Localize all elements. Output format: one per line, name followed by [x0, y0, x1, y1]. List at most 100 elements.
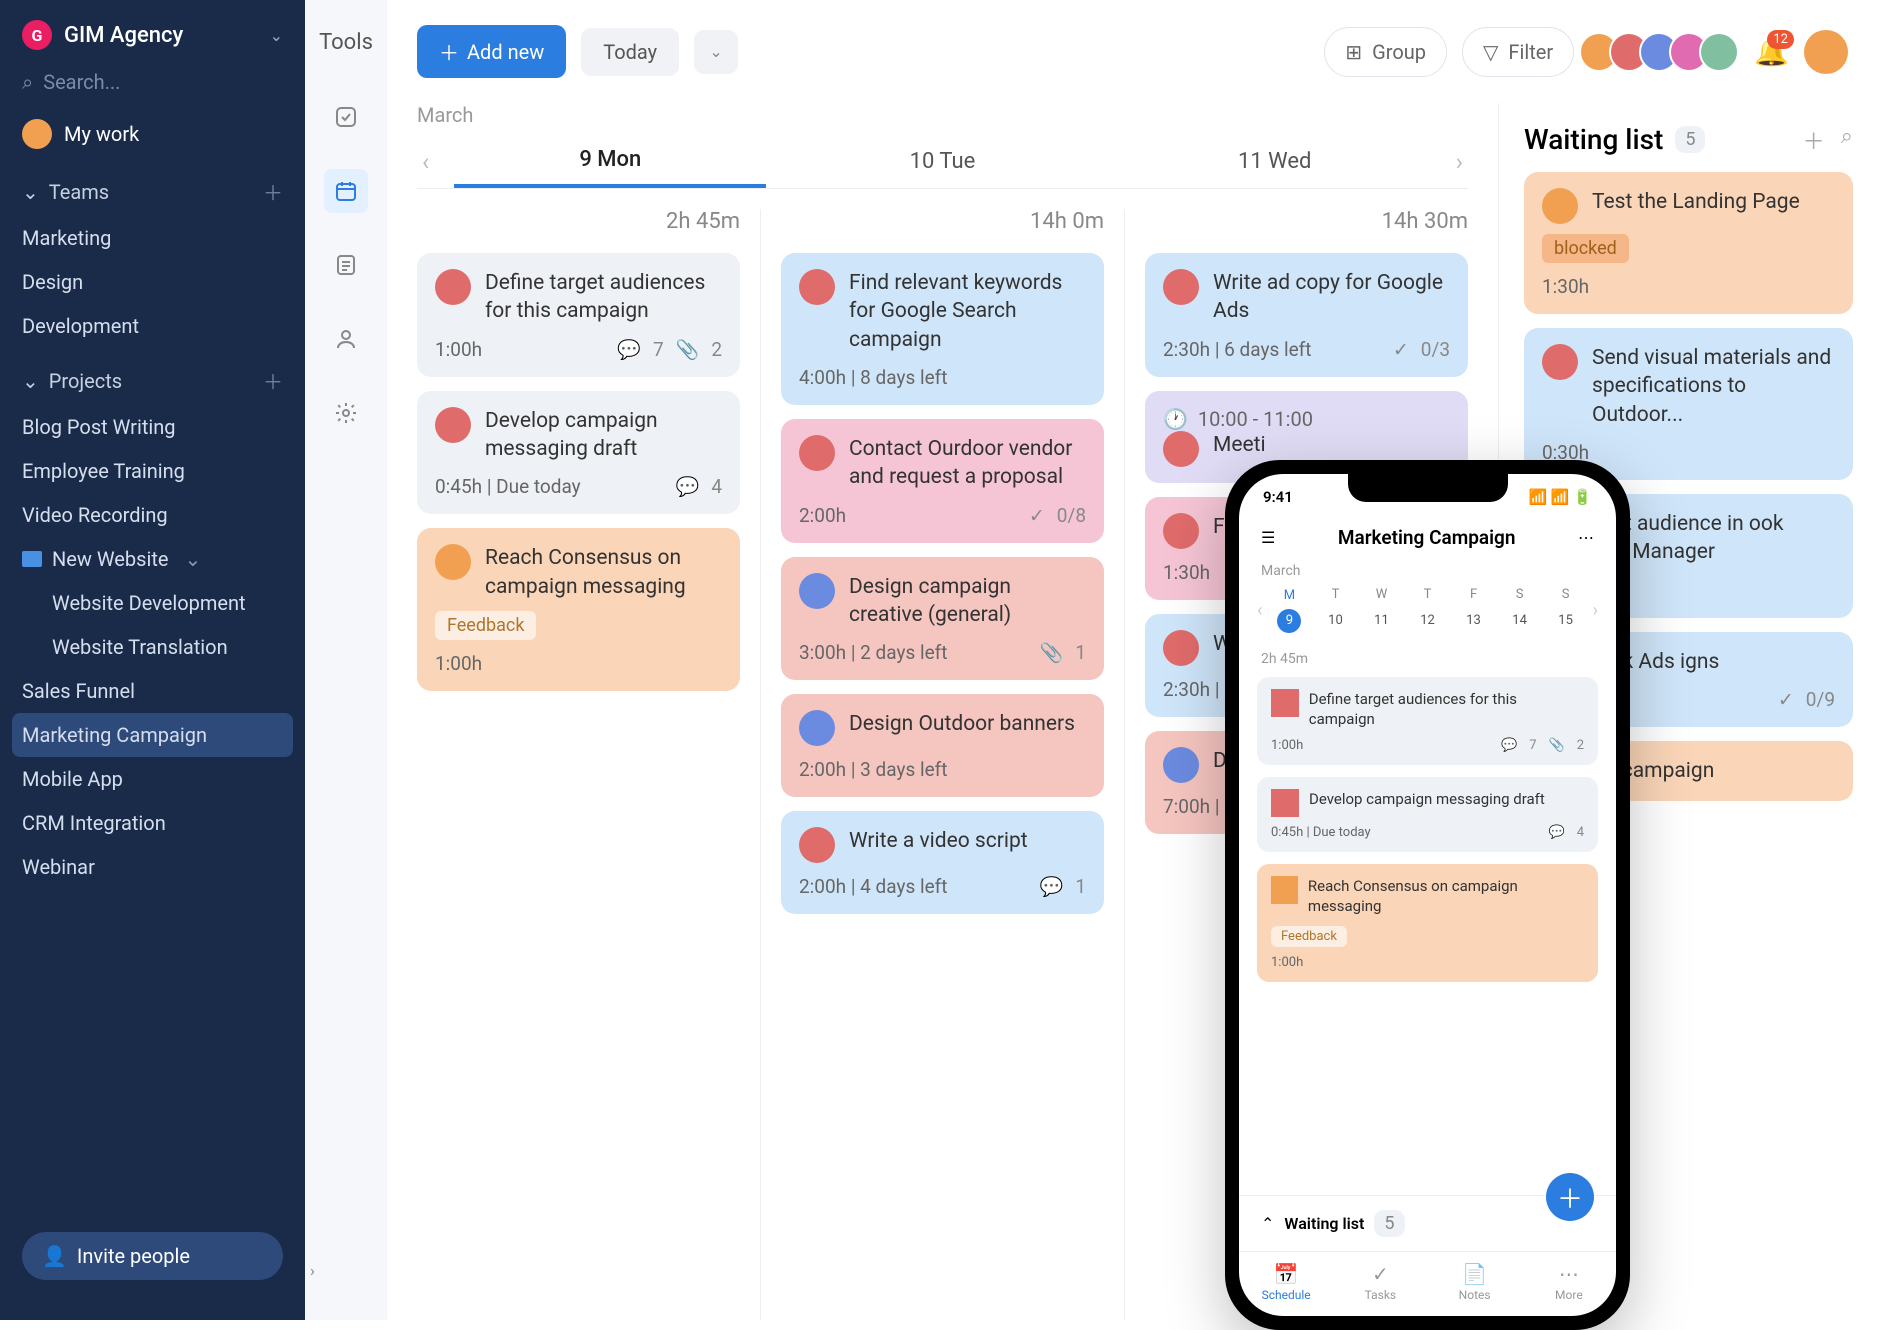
project-item[interactable]: Mobile App: [0, 757, 305, 801]
assignee-avatar: [1542, 188, 1578, 224]
phone-day[interactable]: S14: [1497, 587, 1543, 633]
phone-waiting-count: 5: [1374, 1210, 1404, 1237]
prev-week-button[interactable]: ‹: [417, 148, 434, 176]
chevron-down-icon: ⌄: [22, 180, 39, 204]
task-meta: 1:00h: [1271, 738, 1303, 753]
task-meta: 2:00h: [799, 504, 846, 527]
team-item[interactable]: Marketing: [0, 216, 305, 260]
group-button[interactable]: ⊞Group: [1324, 27, 1447, 77]
search-waiting-button[interactable]: ⌕: [1841, 124, 1853, 156]
task-card[interactable]: Send visual materials and specifications…: [1524, 328, 1853, 480]
phone-title: Marketing Campaign: [1289, 526, 1564, 549]
projects-header[interactable]: ⌄ Projects ＋: [0, 348, 305, 405]
project-item[interactable]: CRM Integration: [0, 801, 305, 845]
team-item[interactable]: Design: [0, 260, 305, 304]
search-input[interactable]: ⌕ Search...: [0, 70, 305, 109]
collapse-sidebar-button[interactable]: ›: [310, 1261, 315, 1280]
notes-tool[interactable]: [324, 243, 368, 287]
add-project-button[interactable]: ＋: [263, 366, 283, 395]
teams-header[interactable]: ⌄ Teams ＋: [0, 159, 305, 216]
checkbox-tool[interactable]: [324, 95, 368, 139]
task-card[interactable]: Reach Consensus on campaign messagingFee…: [417, 528, 740, 691]
phone-day[interactable]: F13: [1451, 587, 1497, 633]
phone-time: 9:41: [1263, 488, 1293, 506]
assignee-avatar: [435, 269, 471, 305]
assignee-avatar: [1163, 431, 1199, 467]
day-header-tue[interactable]: 10 Tue: [786, 137, 1098, 186]
filter-button[interactable]: ▽Filter: [1462, 27, 1574, 77]
phone-tab[interactable]: 📅Schedule: [1239, 1262, 1333, 1302]
grid-icon: ⊞: [1345, 40, 1362, 64]
teams-label: Teams: [49, 180, 109, 204]
phone-tab[interactable]: ⋯More: [1522, 1262, 1616, 1302]
comment-icon: 💬: [617, 338, 641, 361]
my-work[interactable]: My work: [0, 109, 305, 159]
phone-next-button[interactable]: ›: [1589, 600, 1602, 621]
project-item[interactable]: Video Recording: [0, 493, 305, 537]
task-card[interactable]: Develop campaign messaging draft0:45h | …: [417, 391, 740, 515]
project-item[interactable]: Webinar: [0, 845, 305, 889]
task-card[interactable]: Contact Ourdoor vendor and request a pro…: [781, 419, 1104, 543]
task-card[interactable]: Write ad copy for Google Ads2:30h | 6 da…: [1145, 253, 1468, 377]
task-card[interactable]: Reach Consensus on campaign messagingFee…: [1257, 864, 1598, 983]
today-button[interactable]: Today: [581, 28, 679, 76]
more-icon[interactable]: ⋯: [1578, 528, 1594, 547]
phone-day[interactable]: W11: [1358, 587, 1404, 633]
task-card[interactable]: Develop campaign messaging draft0:45h | …: [1257, 777, 1598, 852]
phone-day[interactable]: M9: [1266, 588, 1312, 633]
task-card[interactable]: Design campaign creative (general)3:00h …: [781, 557, 1104, 681]
notifications-button[interactable]: 🔔12: [1754, 35, 1789, 68]
people-tool[interactable]: [324, 317, 368, 361]
project-item[interactable]: Marketing Campaign: [12, 713, 293, 757]
date-dropdown[interactable]: ⌄: [694, 30, 738, 74]
logo: G: [22, 20, 52, 50]
task-card[interactable]: Define target audiences for this campaig…: [417, 253, 740, 377]
phone-tab[interactable]: 📄Notes: [1428, 1262, 1522, 1302]
day-header-wed[interactable]: 11 Wed: [1119, 137, 1431, 186]
invite-label: Invite people: [77, 1244, 190, 1268]
phone-day[interactable]: S15: [1543, 587, 1589, 633]
phone-prev-button[interactable]: ‹: [1253, 600, 1266, 621]
project-item[interactable]: Sales Funnel: [0, 669, 305, 713]
attachment-count: 2: [711, 338, 722, 361]
phone-day[interactable]: T10: [1312, 587, 1358, 633]
tools-label: Tools: [319, 30, 373, 55]
avatar: [1699, 32, 1739, 72]
task-meta: 1:00h: [435, 652, 482, 675]
attachment-count: 2: [1577, 738, 1584, 753]
comment-count: 1: [1075, 875, 1086, 898]
calendar-tool[interactable]: [324, 169, 368, 213]
add-team-button[interactable]: ＋: [263, 177, 283, 206]
task-card[interactable]: Design Outdoor banners2:00h | 3 days lef…: [781, 694, 1104, 797]
project-item[interactable]: Blog Post Writing: [0, 405, 305, 449]
agency-name[interactable]: GIM Agency: [64, 23, 258, 48]
comment-count: 7: [1529, 738, 1536, 753]
next-week-button[interactable]: ›: [1451, 148, 1468, 176]
profile-avatar[interactable]: [1804, 30, 1848, 74]
project-subitem[interactable]: Website Translation: [0, 625, 305, 669]
task-card[interactable]: Define target audiences for this campaig…: [1257, 677, 1598, 765]
settings-tool[interactable]: [324, 391, 368, 435]
team-item[interactable]: Development: [0, 304, 305, 348]
task-card[interactable]: Test the Landing Pageblocked1:30h: [1524, 172, 1853, 314]
phone-day[interactable]: T12: [1405, 587, 1451, 633]
chevron-down-icon[interactable]: ⌄: [270, 26, 283, 45]
phone-tab[interactable]: ✓Tasks: [1333, 1262, 1427, 1302]
team-avatars[interactable]: [1589, 32, 1739, 72]
add-new-button[interactable]: ＋Add new: [417, 25, 566, 78]
checklist-count: 0/8: [1057, 504, 1086, 527]
task-meta: 2:30h | 6 days left: [1163, 338, 1312, 361]
menu-icon[interactable]: ☰: [1261, 528, 1275, 547]
day-header-mon[interactable]: 9 Mon: [454, 135, 766, 188]
assignee-avatar: [1163, 747, 1199, 783]
project-folder[interactable]: New Website⌄: [0, 537, 305, 581]
checklist-count: 0/9: [1806, 688, 1835, 711]
project-subitem[interactable]: Website Development: [0, 581, 305, 625]
add-waiting-button[interactable]: ＋: [1803, 124, 1825, 156]
comment-icon: 💬: [1040, 875, 1064, 898]
task-card[interactable]: Find relevant keywords for Google Search…: [781, 253, 1104, 405]
project-item[interactable]: Employee Training: [0, 449, 305, 493]
phone-add-button[interactable]: ＋: [1546, 1173, 1594, 1221]
invite-button[interactable]: 👤 Invite people: [22, 1232, 283, 1280]
task-card[interactable]: Write a video script2:00h | 4 days left💬…: [781, 811, 1104, 914]
